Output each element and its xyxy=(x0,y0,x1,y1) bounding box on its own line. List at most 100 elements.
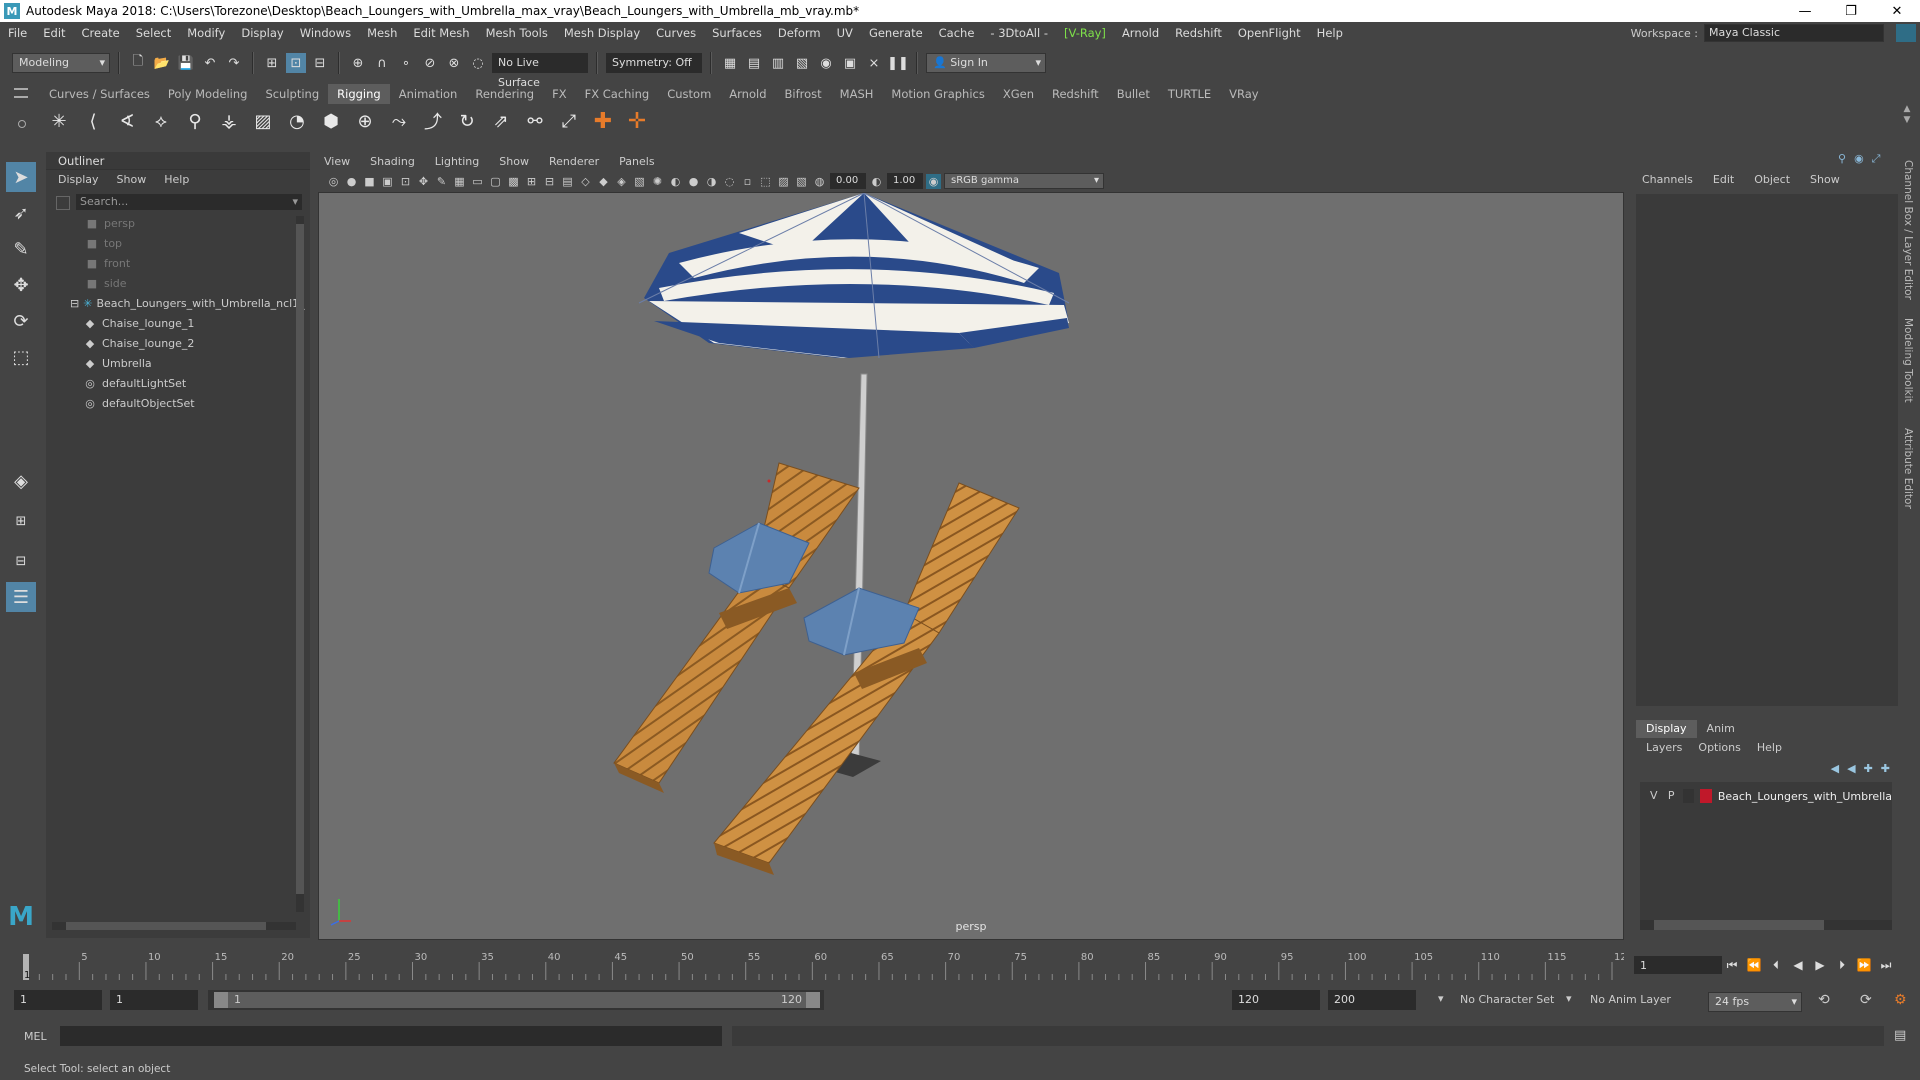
render-sequence-icon[interactable]: ▤ xyxy=(744,53,764,73)
resolution-gate-icon[interactable]: ▢ xyxy=(488,174,503,189)
snap-live-icon[interactable]: ◌ xyxy=(468,53,488,73)
viewport-menu-show[interactable]: Show xyxy=(499,155,529,168)
layer-visibility-toggle[interactable]: V xyxy=(1648,789,1659,803)
shelf-tab-fx-caching[interactable]: FX Caching xyxy=(576,84,659,104)
shelf-tab-curves-surfaces[interactable]: Curves / Surfaces xyxy=(40,84,159,104)
step-forward-key-icon[interactable]: ⏩ xyxy=(1856,957,1872,973)
shelf-tab-poly-modeling[interactable]: Poly Modeling xyxy=(159,84,257,104)
viewport-persp[interactable]: persp xyxy=(318,192,1624,940)
menu-file[interactable]: File xyxy=(0,26,35,40)
four-view-icon[interactable]: ⊞ xyxy=(6,506,36,536)
outliner-item-umbrella[interactable]: ◆ Umbrella xyxy=(46,354,296,374)
range-slider[interactable]: 1 120 xyxy=(208,990,824,1010)
anim-layer-field[interactable]: No Anim Layer xyxy=(1590,993,1671,1006)
undo-icon[interactable]: ↶ xyxy=(200,53,220,73)
render-settings-icon[interactable]: ◉ xyxy=(816,53,836,73)
insert-joint-icon[interactable]: ⟡ xyxy=(148,108,174,134)
2d-pan-icon[interactable]: ✥ xyxy=(416,174,431,189)
menu-uv[interactable]: UV xyxy=(829,26,861,40)
menu-edit-mesh[interactable]: Edit Mesh xyxy=(405,26,477,40)
lock-camera-icon[interactable]: ⊡ xyxy=(398,174,413,189)
fps-dropdown[interactable]: 24 fps ▾ xyxy=(1708,992,1802,1012)
play-forward-icon[interactable]: ▶ xyxy=(1812,957,1828,973)
layer-display-type[interactable] xyxy=(1682,789,1695,803)
layer-hscroll[interactable] xyxy=(1640,920,1892,930)
snap-grid-icon[interactable]: ⊕ xyxy=(348,53,368,73)
save-scene-icon[interactable]: 💾 xyxy=(176,53,196,73)
shelf-tab-animation[interactable]: Animation xyxy=(390,84,467,104)
aim-constraint-icon[interactable]: ⇗ xyxy=(488,108,514,134)
close-button[interactable]: ✕ xyxy=(1874,4,1920,19)
play-backward-icon[interactable]: ◀ xyxy=(1790,957,1806,973)
character-set-field[interactable]: No Character Set xyxy=(1460,993,1554,1006)
snap-curve-icon[interactable]: ∩ xyxy=(372,53,392,73)
shelf-options-icon[interactable] xyxy=(18,120,26,128)
select-tool-icon[interactable]: ➤ xyxy=(6,162,36,192)
menu-generate[interactable]: Generate xyxy=(861,26,931,40)
side-tab-channel-box[interactable]: Channel Box / Layer Editor xyxy=(1902,160,1914,300)
scale-tool-icon[interactable]: ⬚ xyxy=(6,342,36,372)
shelf-tab-custom[interactable]: Custom xyxy=(658,84,720,104)
field-chart-icon[interactable]: ⊞ xyxy=(524,174,539,189)
shelf-tab-turtle[interactable]: TURTLE xyxy=(1159,84,1220,104)
lasso-tool-icon[interactable]: ➶ xyxy=(6,198,36,228)
anim-prefs-icon[interactable]: ⚙ xyxy=(1894,992,1907,1008)
step-back-key-icon[interactable]: ⏪ xyxy=(1746,957,1762,973)
new-scene-icon[interactable]: 🗋 xyxy=(128,53,148,73)
shelf-tab-xgen[interactable]: XGen xyxy=(994,84,1043,104)
layer-name[interactable]: Beach_Loungers_with_Umbrella xyxy=(1718,790,1892,803)
layer-playback-toggle[interactable]: P xyxy=(1665,789,1676,803)
gate-mask-icon[interactable]: ▩ xyxy=(506,174,521,189)
snap-point-icon[interactable]: ∘ xyxy=(396,53,416,73)
layer-menu-help[interactable]: Help xyxy=(1757,738,1782,758)
animation-start-field[interactable]: 1 xyxy=(14,990,102,1010)
paint-select-icon[interactable]: ✎ xyxy=(6,234,36,264)
layer-menu-layers[interactable]: Layers xyxy=(1646,738,1682,758)
menu-cache[interactable]: Cache xyxy=(931,26,983,40)
safe-title-icon[interactable]: ▤ xyxy=(560,174,575,189)
menu-mesh-tools[interactable]: Mesh Tools xyxy=(478,26,556,40)
menu-modify[interactable]: Modify xyxy=(179,26,233,40)
lock-icon[interactable] xyxy=(1896,24,1916,42)
shelf-tab-rigging[interactable]: Rigging xyxy=(328,84,390,104)
loop-icon[interactable]: ⟲ xyxy=(1818,992,1830,1008)
ambient-occlusion-icon[interactable]: ● xyxy=(686,174,701,189)
workspace-dropdown[interactable]: Maya Classic xyxy=(1704,24,1884,42)
outliner-menu-show[interactable]: Show xyxy=(117,170,147,190)
outliner-item-default-light-set[interactable]: ◎ defaultLightSet xyxy=(46,374,296,394)
gamma-icon[interactable]: ◐ xyxy=(869,174,884,189)
menu-create[interactable]: Create xyxy=(74,26,128,40)
viewport-menu-shading[interactable]: Shading xyxy=(370,155,415,168)
shelf-tab-rendering[interactable]: Rendering xyxy=(466,84,543,104)
shelf-tab-mash[interactable]: MASH xyxy=(831,84,883,104)
layer-menu-options[interactable]: Options xyxy=(1698,738,1740,758)
range-end-handle[interactable] xyxy=(806,992,820,1008)
menu-curves[interactable]: Curves xyxy=(648,26,704,40)
render-current-icon[interactable]: ▦ xyxy=(720,53,740,73)
pole-vector-icon[interactable]: ⤢ xyxy=(556,108,582,134)
move-layer-up-icon[interactable]: ◀ xyxy=(1831,762,1839,775)
shelf-tab-bifrost[interactable]: Bifrost xyxy=(776,84,831,104)
outliner-vscroll[interactable] xyxy=(296,216,304,912)
film-gate-icon[interactable]: ▭ xyxy=(470,174,485,189)
use-all-lights-icon[interactable]: ✺ xyxy=(650,174,665,189)
menu-set-dropdown[interactable]: Modeling ▾ xyxy=(12,53,110,73)
snap-surface-icon[interactable]: ⊗ xyxy=(444,53,464,73)
outliner-item-default-object-set[interactable]: ◎ defaultObjectSet xyxy=(46,394,296,414)
side-tab-attribute-editor[interactable]: Attribute Editor xyxy=(1902,428,1914,509)
minimize-button[interactable]: — xyxy=(1782,4,1828,19)
lattice-icon[interactable]: ⬢ xyxy=(318,108,344,134)
move-tool-icon[interactable]: ✥ xyxy=(6,270,36,300)
auto-key-icon[interactable]: ⟳ xyxy=(1860,992,1872,1008)
new-layer-icon[interactable]: ✚ xyxy=(1864,762,1873,775)
outliner-item-chaise-2[interactable]: ◆ Chaise_lounge_2 xyxy=(46,334,296,354)
xray-icon[interactable]: ▨ xyxy=(776,174,791,189)
shelf-tab-fx[interactable]: FX xyxy=(543,84,576,104)
shelf-tab-bullet[interactable]: Bullet xyxy=(1108,84,1159,104)
menu-windows[interactable]: Windows xyxy=(292,26,359,40)
menu-select[interactable]: Select xyxy=(128,26,179,40)
shelf-menu-icon[interactable] xyxy=(14,88,28,98)
smooth-bind-icon[interactable]: ◔ xyxy=(284,108,310,134)
live-surface-field[interactable]: No Live Surface xyxy=(492,53,588,89)
locator-plus-icon[interactable]: ✛ xyxy=(624,108,650,134)
